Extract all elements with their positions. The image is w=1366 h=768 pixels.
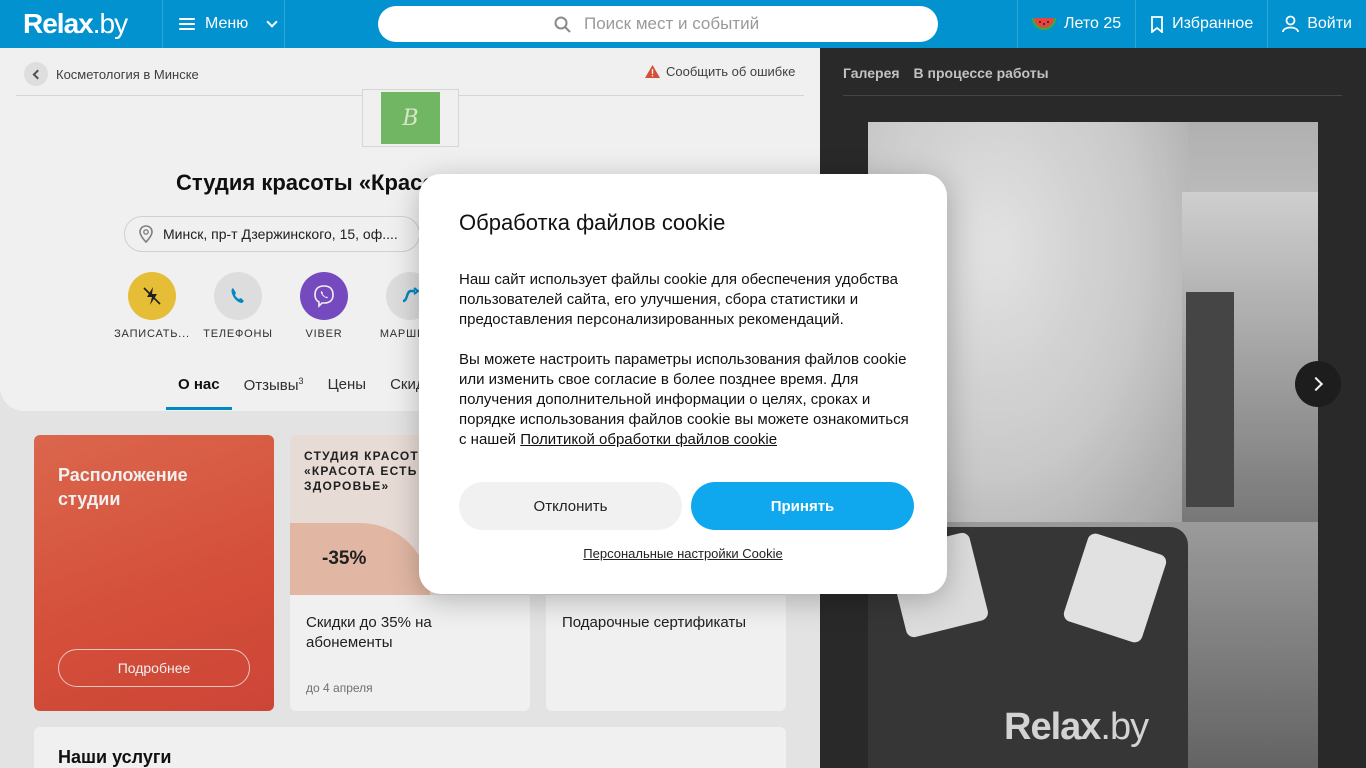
cookie-settings-link[interactable]: Персональные настройки Cookie <box>419 546 947 561</box>
top-navbar: Relax .by Меню Поиск мест и событий Лето … <box>0 0 1366 48</box>
menu-button[interactable]: Меню <box>163 0 285 48</box>
hamburger-icon <box>179 18 195 30</box>
search-placeholder: Поиск мест и событий <box>584 14 760 33</box>
menu-label: Меню <box>205 15 249 32</box>
logo-suffix: .by <box>92 8 128 39</box>
user-icon <box>1282 15 1300 33</box>
login-label: Войти <box>1307 15 1352 32</box>
cookie-dialog-title: Обработка файлов cookie <box>459 210 726 235</box>
search-input[interactable]: Поиск мест и событий <box>378 6 938 42</box>
site-logo[interactable]: Relax .by <box>0 0 163 48</box>
cookie-dialog-text-1: Наш сайт использует файлы cookie для обе… <box>459 271 898 328</box>
cookie-policy-link[interactable]: Политикой обработки файлов cookie <box>520 431 777 448</box>
decline-button[interactable]: Отклонить <box>459 482 682 530</box>
chevron-down-icon <box>266 16 278 28</box>
summer-label: Лето 25 <box>1063 15 1122 32</box>
watermelon-icon <box>1031 17 1056 31</box>
favorites-link[interactable]: Избранное <box>1135 0 1267 48</box>
accept-button[interactable]: Принять <box>691 482 914 530</box>
summer-link[interactable]: Лето 25 <box>1016 0 1135 48</box>
favorites-label: Избранное <box>1172 15 1254 32</box>
login-link[interactable]: Войти <box>1267 0 1366 48</box>
search-icon <box>554 16 571 33</box>
cookie-consent-dialog: Обработка файлов cookie Наш сайт использ… <box>419 174 947 594</box>
logo-text: Relax <box>23 8 94 39</box>
bookmark-icon <box>1151 15 1164 33</box>
cookie-dialog-text-2: Вы можете настроить параметры использова… <box>459 351 909 448</box>
